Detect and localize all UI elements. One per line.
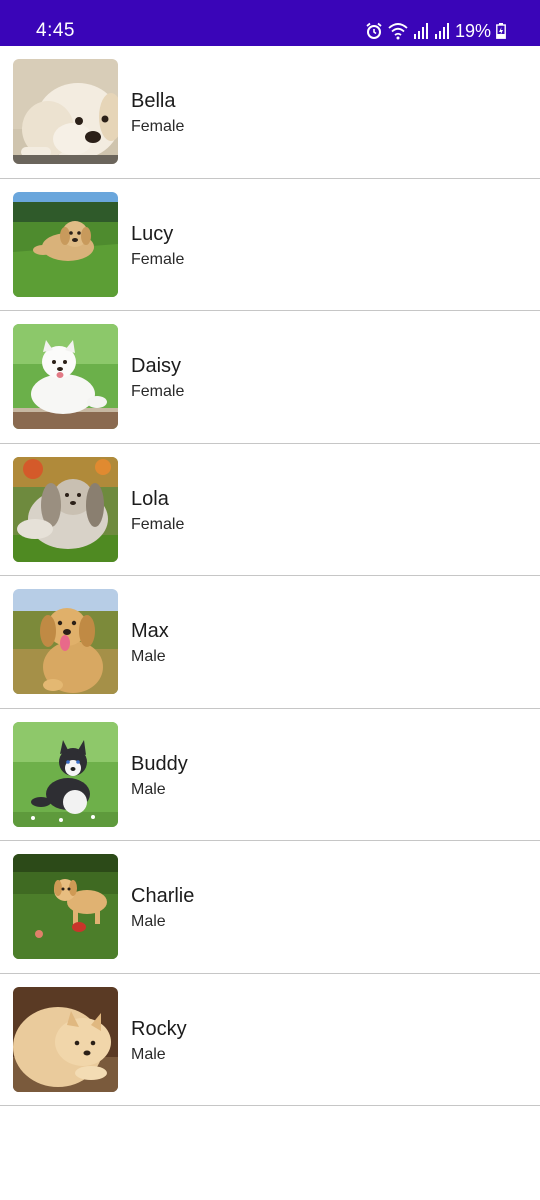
list-item[interactable]: Buddy Male bbox=[0, 709, 540, 841]
dog-gender: Male bbox=[131, 780, 166, 798]
dog-gender: Female bbox=[131, 383, 185, 400]
list-item[interactable]: Bella Female bbox=[0, 46, 540, 179]
battery-charging-icon bbox=[496, 23, 506, 39]
dog-photo bbox=[13, 854, 118, 959]
dog-name: Max bbox=[131, 620, 169, 642]
signal-icon bbox=[434, 23, 450, 39]
signal-icon bbox=[413, 23, 429, 39]
dog-name: Charlie bbox=[131, 885, 195, 907]
dog-photo bbox=[13, 59, 118, 164]
dog-list: Bella Female Lucy Female Daisy Female Lo… bbox=[0, 46, 540, 1106]
dog-gender: Male bbox=[131, 1045, 166, 1063]
status-icons: 19% bbox=[365, 21, 506, 41]
dog-photo bbox=[13, 324, 118, 429]
dog-name: Daisy bbox=[131, 355, 182, 377]
dog-name: Lola bbox=[131, 487, 169, 510]
list-item[interactable]: Rocky Male bbox=[0, 974, 540, 1106]
dog-name: Rocky bbox=[131, 1017, 187, 1040]
battery-percent: 19% bbox=[454, 21, 491, 41]
list-item[interactable]: Lucy Female bbox=[0, 179, 540, 311]
dog-gender: Female bbox=[131, 515, 185, 533]
list-item[interactable]: Max Male bbox=[0, 576, 540, 709]
list-item[interactable]: Lola Female bbox=[0, 444, 540, 576]
dog-photo bbox=[13, 589, 118, 694]
dog-gender: Female bbox=[131, 250, 185, 268]
status-time: 4:45 bbox=[36, 20, 75, 41]
list-item[interactable]: Charlie Male bbox=[0, 841, 540, 974]
alarm-icon bbox=[365, 22, 383, 40]
dog-gender: Female bbox=[131, 118, 185, 135]
dog-photo bbox=[13, 721, 118, 827]
dog-photo bbox=[13, 456, 118, 562]
dog-gender: Male bbox=[131, 913, 166, 930]
dog-name: Lucy bbox=[131, 222, 174, 245]
dog-name: Bella bbox=[131, 90, 176, 112]
wifi-icon bbox=[388, 22, 408, 40]
status-bar: 4:45 19% bbox=[0, 0, 540, 46]
dog-name: Buddy bbox=[131, 752, 188, 775]
dog-gender: Male bbox=[131, 648, 166, 665]
dog-photo bbox=[13, 986, 118, 1092]
list-item[interactable]: Daisy Female bbox=[0, 311, 540, 444]
dog-photo bbox=[13, 191, 118, 297]
